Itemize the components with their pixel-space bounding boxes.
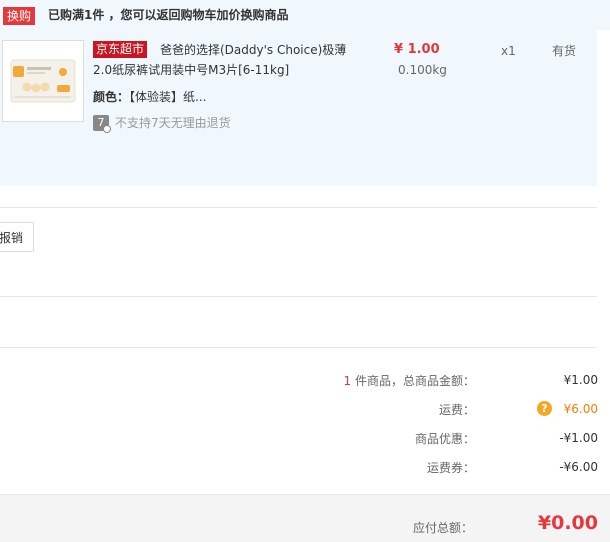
total-value: ¥0.00 [537,512,598,534]
shipping-coupon-value: -¥6.00 [559,460,598,474]
item-price: ¥ 1.00 [394,42,440,57]
total-label: 应付总额： [412,521,473,535]
jd-supermarket-badge: 京东超市 [93,41,148,58]
divider [0,207,597,208]
product-title-line2[interactable]: 2.0纸尿裤试用装中号M3片[6-11kg] [93,62,289,78]
diaper-product-image [3,41,83,121]
item-quantity: x1 [501,44,516,58]
product-title-line1[interactable]: 爸爸的选择(Daddy's Choice)极薄 [160,42,346,58]
divider [0,347,597,348]
item-weight: 0.100kg [398,63,447,77]
shipping-coupon-label: 运费券： [426,461,475,475]
color-value: 【体验装】纸... [129,90,207,104]
stock-status: 有货 [552,44,577,58]
shipping-label: 运费： [438,403,475,417]
discount-label: 商品优惠： [414,432,475,446]
help-icon[interactable]: ? [537,401,552,416]
promo-bar: 换购 已购满1件 ，您可以返回购物车加价换购商品 [0,0,610,30]
goods-total-label: 1 件商品，总商品金额： [343,374,475,388]
reimburse-button[interactable]: 报销 [0,222,34,252]
shipping-value: ¥6.00 [563,402,598,416]
color-label: 颜色： [93,90,130,104]
goods-total-value: ¥1.00 [563,373,598,387]
no-return-icon: 7 [93,115,111,133]
checkout-order-panel: 换购 已购满1件 ，您可以返回购物车加价换购商品 京东超市 爸爸的选择(Dadd… [0,0,610,542]
discount-value: -¥1.00 [559,431,598,445]
return-policy-text: 不支持7天无理由退货 [115,116,231,130]
product-thumbnail[interactable] [2,40,84,122]
promo-text: 已购满1件 ，您可以返回购物车加价换购商品 [48,8,289,22]
product-color: 颜色：【体验装】纸... [93,89,206,105]
promo-tag: 换购 [3,7,36,25]
total-bar [0,494,610,542]
divider [0,296,597,297]
